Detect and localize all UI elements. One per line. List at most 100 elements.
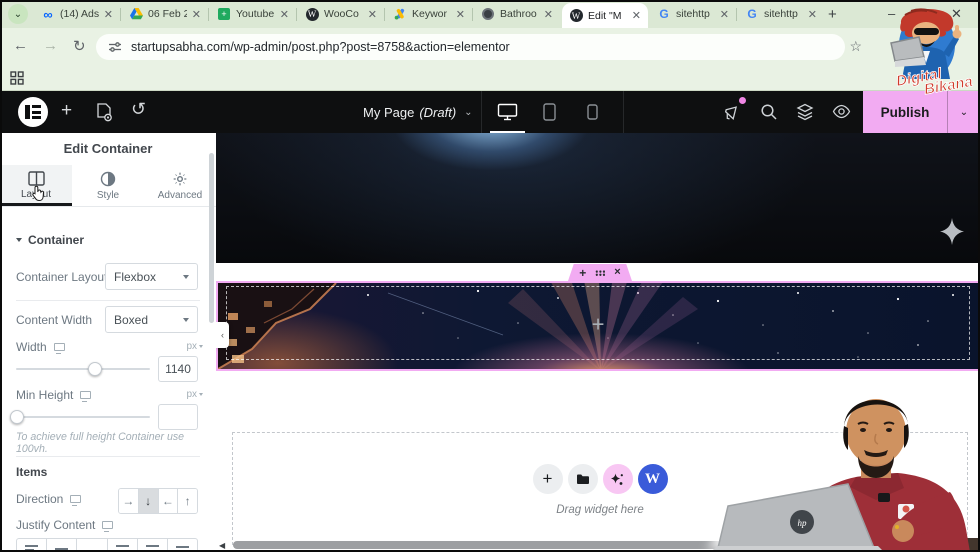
container-layout-select[interactable]: Flexbox [105,263,198,290]
hero-section[interactable] [216,133,980,263]
device-desktop-icon[interactable] [497,103,518,121]
browser-toolbar: ← → ↻ startupsabha.com/wp-admin/post.php… [0,28,980,66]
width-unit-select[interactable]: px [186,341,203,352]
browser-tab[interactable]: G sitehttp ✕ [738,0,824,28]
responsive-monitor-icon[interactable] [53,343,65,354]
chevron-down-icon [183,274,189,279]
container-layout-label: Container Layout [16,270,108,284]
handle-drag-icon[interactable] [595,269,606,276]
scroll-left-arrow[interactable]: ◀ [219,541,225,550]
browser-tab[interactable]: Bathroo ✕ [474,0,560,28]
device-tablet-icon[interactable] [543,103,556,121]
direction-row-reverse-button[interactable]: ← [157,489,178,513]
add-widget-button[interactable]: + [532,464,563,494]
publish-button[interactable]: Publish [863,91,947,133]
apps-grid-icon[interactable] [10,71,24,85]
publish-options-chevron[interactable]: ⌄ [947,91,980,133]
browser-tab[interactable]: ∞ (14) Ads ✕ [34,0,120,28]
google-icon: G [747,7,757,21]
selected-container-section[interactable]: + [216,281,980,371]
tab-label: (14) Ads [60,8,99,20]
tab-close-icon[interactable]: ✕ [720,8,729,21]
page-settings-icon[interactable] [96,103,113,122]
container-section-header[interactable]: Container [16,233,84,247]
page-title-dropdown[interactable]: My Page (Draft) ⌄ [363,91,473,133]
ai-builder-button[interactable] [602,464,633,494]
width-label: Width [16,340,65,354]
tab-close-icon[interactable]: ✕ [192,8,201,21]
chevron-down-icon: ⌄ [464,106,473,118]
add-element-icon[interactable]: + [61,100,72,122]
width-value-input[interactable]: 1140 [158,356,198,382]
reload-icon[interactable]: ↻ [73,37,86,55]
width-slider-handle[interactable] [88,362,102,376]
tab-close-icon[interactable]: ✕ [280,8,289,21]
browser-tab[interactable]: G sitehttp ✕ [650,0,736,28]
tab-search-icon[interactable]: ⌄ [8,4,28,24]
direction-column-button[interactable]: ↓ [137,489,158,513]
divider [16,456,200,457]
handle-add-icon[interactable]: + [579,267,586,279]
browser-tab[interactable]: Keywor ✕ [386,0,472,28]
browser-tab[interactable]: + Youtube ✕ [210,0,296,28]
bookmark-star-icon[interactable]: ☆ [849,38,862,55]
chevron-down-icon [183,317,189,322]
bookmarks-bar [0,66,980,91]
tab-close-icon[interactable]: ✕ [456,8,465,21]
min-height-unit-select[interactable]: px [186,389,203,400]
tab-close-icon[interactable]: ✕ [808,8,817,21]
tab-advanced[interactable]: Advanced [144,165,216,206]
wordpress-widgets-button[interactable]: W [637,464,668,494]
direction-label: Direction [16,492,82,506]
tab-style[interactable]: Style [72,165,144,206]
handle-delete-icon[interactable]: × [614,267,620,278]
structure-layers-icon[interactable] [796,103,814,121]
tab-label: Bathroo [500,8,537,20]
back-icon[interactable]: ← [13,37,28,54]
forward-icon[interactable]: → [43,37,58,54]
empty-container-plus[interactable]: + [592,312,605,338]
elementor-logo[interactable] [18,97,48,127]
wordpress-icon: W [569,9,583,22]
browser-tab[interactable]: W WooCo ✕ [298,0,384,28]
history-icon[interactable]: ↺ [131,99,146,120]
panel-scrollbar[interactable] [209,153,214,323]
tab-label: Youtube [236,8,275,20]
tab-label: Advanced [157,189,203,201]
site-settings-icon[interactable] [108,40,122,54]
address-bar[interactable]: startupsabha.com/wp-admin/post.php?post=… [96,34,845,60]
preview-eye-icon[interactable] [832,104,851,119]
min-height-label: Min Height [16,388,92,402]
browser-tab[interactable]: 06 Feb 2 ✕ [122,0,208,28]
tab-close-icon[interactable]: ✕ [104,8,113,21]
tab-close-icon[interactable]: ✕ [368,8,377,21]
tab-separator [296,8,297,21]
tab-close-icon[interactable]: ✕ [544,8,553,21]
direction-row-button[interactable]: → [119,489,138,513]
direction-column-reverse-button[interactable]: ↑ [177,489,197,513]
min-height-slider-handle[interactable] [10,410,24,424]
meta-icon: ∞ [43,6,53,22]
panel-collapse-button[interactable]: ‹ [216,322,229,348]
responsive-monitor-icon[interactable] [80,391,92,402]
min-height-value-input[interactable] [158,404,198,430]
min-height-slider-track[interactable] [16,416,150,418]
tab-close-icon[interactable]: ✕ [632,9,641,22]
template-library-button[interactable] [567,464,598,494]
whats-new-icon[interactable] [724,103,743,121]
new-tab-button[interactable]: + [828,6,837,23]
responsive-monitor-icon[interactable] [70,495,82,506]
responsive-monitor-icon[interactable] [102,521,114,532]
items-section-header: Items [16,465,48,479]
device-mobile-icon[interactable] [587,104,598,120]
finder-search-icon[interactable] [760,103,778,121]
hand-cursor [32,185,44,202]
browser-tab-active[interactable]: W Edit "M ✕ [562,3,648,28]
content-width-select[interactable]: Boxed [105,306,198,333]
justify-content-label: Justify Content [16,518,114,532]
channel-mascot-sticker: Digital Bikana [890,8,975,97]
layout-icon [27,171,45,186]
tab-label: Keywor [412,8,448,20]
width-slider-track[interactable] [16,368,150,370]
laptop-logo: hp [798,518,808,528]
